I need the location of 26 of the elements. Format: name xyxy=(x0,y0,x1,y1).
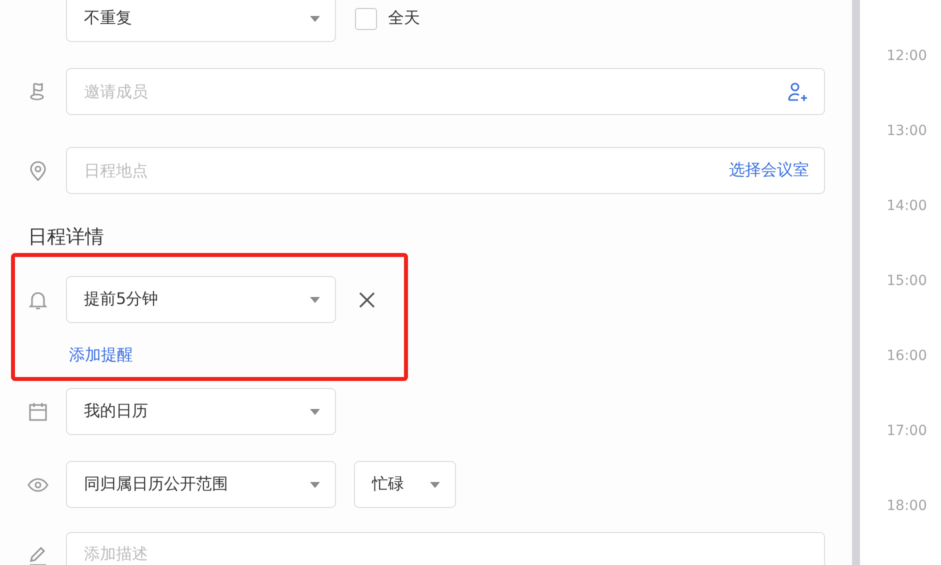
add-reminder-link[interactable]: 添加提醒 xyxy=(69,345,133,366)
time-label: 17:00 xyxy=(886,423,927,441)
visibility-dropdown[interactable]: 同归属日历公开范围 xyxy=(66,461,336,508)
checkbox-label: 全天 xyxy=(388,8,420,29)
time-label: 14:00 xyxy=(886,198,927,216)
repeat-dropdown[interactable]: 不重复 xyxy=(66,0,336,42)
time-label: 18:00 xyxy=(886,498,927,516)
time-label: 16:00 xyxy=(886,348,927,366)
reminder-dropdown[interactable]: 提前5分钟 xyxy=(66,276,336,323)
time-label: 12:00 xyxy=(886,48,927,66)
caret-icon xyxy=(309,296,321,304)
section-title: 日程详情 xyxy=(28,225,105,250)
close-icon[interactable] xyxy=(357,290,377,310)
add-person-icon[interactable] xyxy=(785,80,809,104)
time-label: 15:00 xyxy=(886,273,927,291)
choose-room-link[interactable]: 选择会议室 xyxy=(729,160,809,181)
invite-field[interactable]: 邀请成员 xyxy=(66,68,825,115)
description-field[interactable]: 添加描述 xyxy=(66,532,825,565)
caret-icon xyxy=(309,480,321,488)
time-label: 13:00 xyxy=(886,123,927,141)
caret-icon xyxy=(309,14,321,22)
busy-dropdown[interactable]: 忙碌 xyxy=(354,461,456,508)
checkbox[interactable] xyxy=(355,8,377,30)
caret-icon xyxy=(309,408,321,416)
caret-icon xyxy=(429,480,441,488)
calendar-dropdown[interactable]: 我的日历 xyxy=(66,388,336,435)
